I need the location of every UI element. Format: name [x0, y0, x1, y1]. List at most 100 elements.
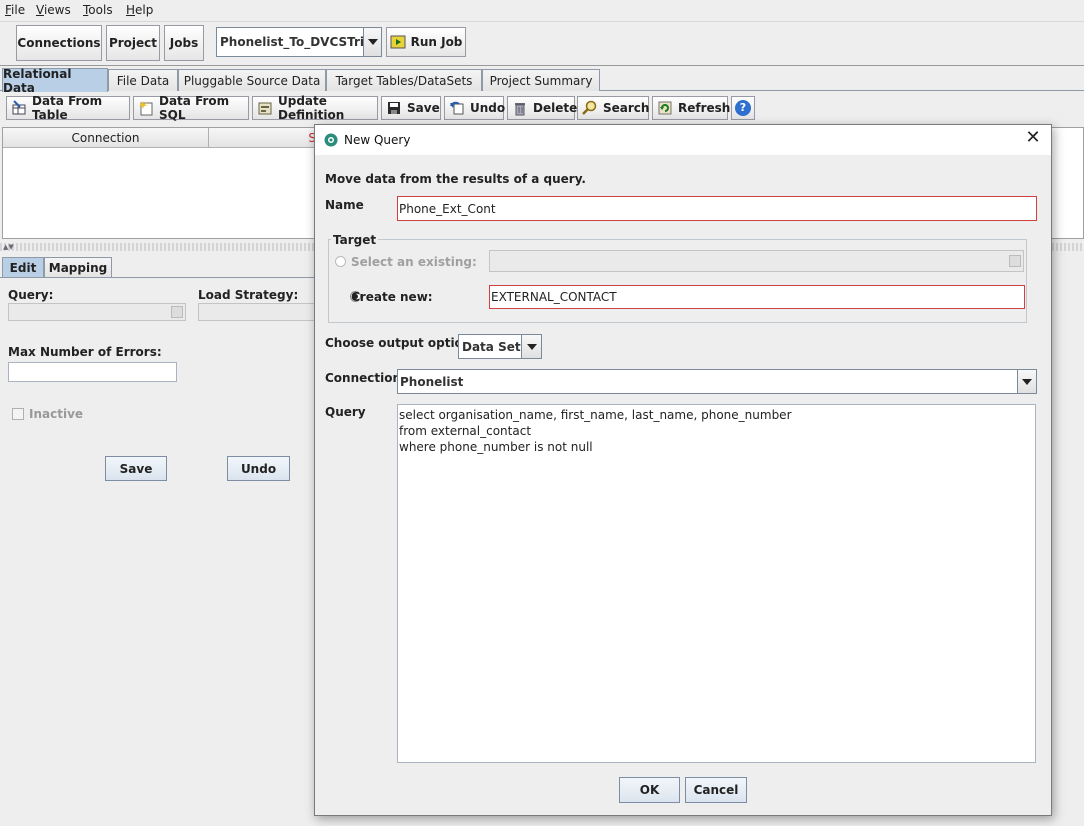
update-definition-icon [258, 102, 272, 115]
data-from-table-label: Data From Table [32, 94, 103, 122]
jobs-button-label: Jobs [169, 36, 199, 50]
run-job-label: Run Job [410, 35, 463, 49]
tab-mapping[interactable]: Mapping [44, 257, 112, 277]
create-new-value: EXTERNAL_CONTACT [491, 290, 617, 304]
dialog-title-bar[interactable]: New Query ✕ [315, 125, 1051, 155]
trash-icon [515, 103, 525, 116]
tab-target-tables[interactable]: Target Tables/DataSets [326, 69, 482, 91]
search-icon [582, 100, 597, 115]
close-icon[interactable]: ✕ [1023, 129, 1043, 149]
ok-button-label: OK [639, 783, 660, 797]
load-strategy-label: Load Strategy: [198, 288, 299, 302]
new-document-icon [139, 101, 153, 116]
target-group-label: Target [331, 233, 379, 247]
play-icon [390, 35, 406, 49]
run-job-button[interactable]: Run Job [386, 27, 466, 57]
job-select[interactable]: Phonelist_To_DVCSTrial [216, 27, 382, 57]
menu-bar: File Views Tools Help [0, 0, 1084, 22]
tab-relational-data[interactable]: Relational Data [2, 66, 108, 95]
edit-undo-button[interactable]: Undo [227, 456, 290, 481]
job-select-dropdown[interactable] [363, 28, 381, 56]
edit-save-button[interactable]: Save [105, 456, 167, 481]
menu-help-mnemonic: H [126, 3, 136, 17]
undo-toolbar-button[interactable]: Undo [444, 96, 506, 120]
create-new-label: Create new: [351, 290, 433, 304]
connection-select[interactable]: Phonelist [397, 369, 1037, 394]
menu-tools-label: ools [88, 3, 113, 17]
project-button[interactable]: Project [106, 25, 160, 61]
delete-label: Delete [533, 101, 578, 115]
name-input[interactable]: Phone_Ext_Cont [397, 196, 1037, 221]
data-from-table-button[interactable]: Data From Table [6, 94, 130, 122]
load-strategy-select[interactable] [198, 303, 318, 321]
cancel-button[interactable]: Cancel [685, 777, 747, 803]
output-option-dropdown[interactable] [521, 335, 541, 358]
refresh-button[interactable]: Refresh [652, 96, 731, 120]
save-toolbar-label: Save [407, 101, 440, 115]
jobs-button[interactable]: Jobs [164, 25, 204, 61]
help-button[interactable]: ? [731, 96, 755, 120]
table-import-icon [12, 100, 26, 115]
main-toolbar: Connections Project Jobs Phonelist_To_DV… [0, 22, 1084, 66]
menu-file[interactable]: File [5, 3, 25, 17]
tab-file-data[interactable]: File Data [108, 69, 178, 91]
chevron-down-icon [526, 343, 537, 350]
action-toolbar: Data From Table Data From SQL Update Def… [0, 94, 1084, 122]
edit-undo-label: Undo [240, 461, 277, 476]
name-input-value: Phone_Ext_Cont [399, 201, 496, 216]
tab-project-summary[interactable]: Project Summary [482, 69, 600, 91]
select-existing-dropdown[interactable] [1009, 255, 1021, 267]
menu-views[interactable]: Views [36, 3, 71, 17]
refresh-label: Refresh [678, 101, 731, 115]
connections-button[interactable]: Connections [16, 25, 102, 61]
select-existing-radio[interactable] [335, 256, 346, 267]
update-definition-button[interactable]: Update Definition [252, 94, 378, 122]
data-from-sql-button[interactable]: Data From SQL [133, 94, 249, 122]
query-field-label: Query: [8, 288, 54, 302]
query-select-button[interactable] [171, 306, 183, 318]
chevron-down-icon [1022, 378, 1032, 385]
cancel-button-label: Cancel [693, 783, 739, 797]
menu-help-label: elp [135, 3, 154, 17]
tab-pluggable-source-data[interactable]: Pluggable Source Data [178, 69, 326, 91]
menu-file-label: ile [11, 3, 26, 17]
undo-toolbar-label: Undo [470, 101, 506, 115]
menu-views-label: iews [43, 3, 71, 17]
inactive-checkbox[interactable] [12, 408, 24, 420]
tab-pluggable-label: Pluggable Source Data [183, 73, 321, 88]
search-button[interactable]: Search [577, 96, 649, 120]
output-option-value: Data Set [462, 339, 521, 354]
menu-tools[interactable]: Tools [83, 3, 113, 17]
menu-help[interactable]: Help [126, 3, 153, 17]
create-new-input[interactable]: EXTERNAL_CONTACT [489, 285, 1025, 309]
select-existing-combo[interactable] [489, 250, 1024, 272]
data-from-sql-label: Data From SQL [159, 94, 230, 122]
max-errors-input[interactable] [8, 362, 177, 382]
collapse-arrows-icon[interactable]: ▲▼ [3, 243, 14, 251]
tab-edit-label: Edit [9, 260, 37, 275]
tab-edit[interactable]: Edit [2, 257, 44, 277]
column-header-connection[interactable]: Connection [3, 128, 209, 148]
tab-relational-data-label: Relational Data [3, 66, 72, 95]
column-header-second[interactable]: S [209, 128, 319, 148]
update-definition-label: Update Definition [278, 94, 345, 122]
tab-file-data-label: File Data [116, 73, 170, 88]
output-option-select[interactable]: Data Set [458, 334, 542, 359]
connection-label: Connection: [325, 371, 406, 385]
connection-dropdown[interactable] [1017, 370, 1036, 393]
query-select[interactable] [8, 303, 186, 321]
project-button-label: Project [108, 36, 158, 50]
tab-target-tables-label: Target Tables/DataSets [335, 73, 473, 88]
ok-button[interactable]: OK [619, 777, 680, 803]
job-select-value: Phonelist_To_DVCSTrial [220, 35, 377, 49]
save-toolbar-button[interactable]: Save [381, 96, 441, 120]
dialog-title: New Query [344, 133, 411, 147]
edit-panel: Query: Load Strategy: Max Number of Erro… [0, 277, 320, 826]
query-textarea[interactable]: select organisation_name, first_name, la… [397, 404, 1036, 763]
connection-select-value: Phonelist [400, 374, 464, 389]
name-label: Name [325, 198, 364, 212]
select-existing-label: Select an existing: [351, 255, 477, 269]
menu-views-mnemonic: V [36, 3, 44, 17]
query-label: Query [325, 405, 366, 419]
delete-button[interactable]: Delete [507, 96, 578, 120]
